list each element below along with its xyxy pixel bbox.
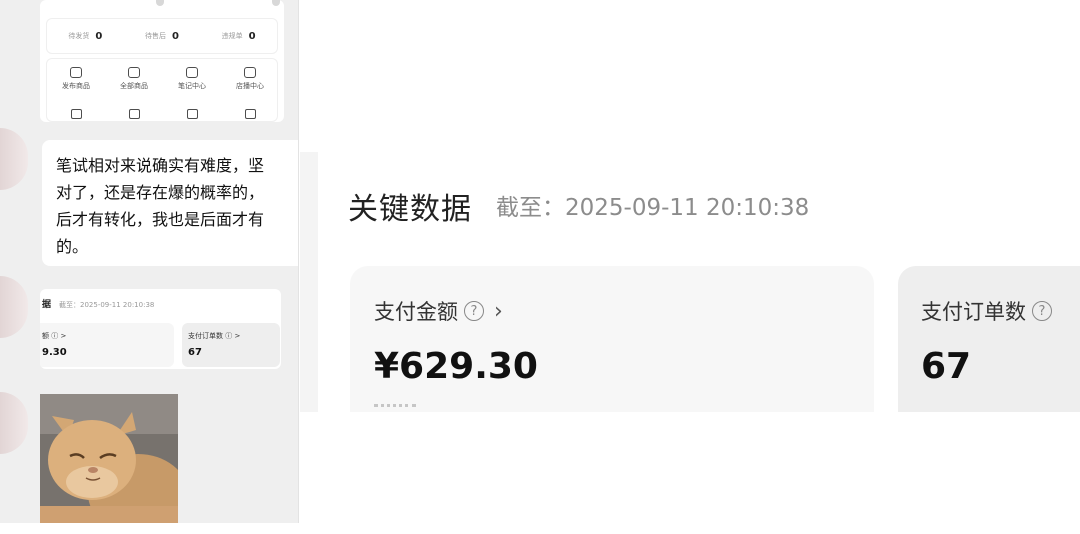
- screenshot-message[interactable]: 待发货 0 待售后 0 违规单 0 发布商品 全部商品 笔记中心 店播中心: [40, 0, 284, 122]
- card-label: 支付金额: [374, 300, 458, 324]
- mini-header: 据 截至：2025-09-11 20:10:38: [42, 297, 154, 310]
- avatar: [0, 128, 28, 190]
- cat-photo[interactable]: [40, 394, 178, 523]
- stat-after-sales: 待售后 0: [145, 31, 179, 42]
- card-value: 67: [921, 346, 972, 387]
- cat-image: [40, 394, 178, 523]
- stat-value: 0: [172, 30, 179, 42]
- tool-publish-product: 发布商品: [47, 67, 105, 91]
- bag-icon: [70, 67, 82, 78]
- message-line: 后才有转化，我也是后面才有: [56, 210, 265, 229]
- key-data-title: 关键数据: [348, 192, 472, 227]
- mini-card-label: 额 ⓘ >: [42, 332, 67, 340]
- key-data-date: 截至：2025-09-11 20:10:38: [496, 195, 810, 221]
- payment-amount-card[interactable]: 支付金额 ? › ¥629.30: [350, 266, 874, 412]
- tool-label: 全部商品: [120, 82, 148, 90]
- chevron-right-icon[interactable]: ›: [494, 299, 503, 324]
- stat-value: 0: [248, 30, 256, 42]
- scroll-dot: [156, 0, 164, 6]
- mini-amount-card: 额 ⓘ > 9.30: [40, 323, 174, 367]
- stat-pending-shipment: 待发货 0: [68, 31, 102, 42]
- card-label-row: 支付订单数 ?: [921, 296, 1052, 326]
- screenshot-root: 待发货 0 待售后 0 违规单 0 发布商品 全部商品 笔记中心 店播中心 笔试…: [0, 0, 1080, 534]
- chat-panel: 待发货 0 待售后 0 违规单 0 发布商品 全部商品 笔记中心 店播中心 笔试…: [0, 0, 298, 523]
- card-value: ¥629.30: [374, 346, 538, 387]
- card-subtext-cropped: [374, 404, 416, 412]
- avatar: [0, 392, 28, 454]
- tool-label: 店播中心: [236, 82, 264, 90]
- scroll-dot: [272, 0, 280, 6]
- avatar: [0, 276, 28, 338]
- stat-violations: 违规单 0: [222, 31, 256, 42]
- card-label-row: 支付金额 ? ›: [374, 296, 503, 326]
- message-line: 对了，还是存在爆的概率的，: [56, 183, 265, 202]
- message-line: 的。: [56, 237, 89, 256]
- mini-card-label: 支付订单数 ⓘ >: [188, 332, 241, 340]
- tool-all-products: 全部商品: [105, 67, 163, 91]
- stat-value: 0: [95, 30, 103, 42]
- grid-icon: [221, 109, 279, 119]
- stat-label: 违规单: [221, 32, 243, 40]
- tool-notes-center: 笔记中心: [163, 67, 221, 91]
- stat-label: 待售后: [145, 32, 166, 40]
- live-icon: [244, 67, 256, 78]
- tool-live-center: 店播中心: [221, 67, 279, 91]
- data-screenshot-message[interactable]: 据 截至：2025-09-11 20:10:38 额 ⓘ > 9.30 支付订单…: [40, 289, 281, 369]
- text-message[interactable]: 笔试相对来说确实有难度，坚 对了，还是存在爆的概率的， 后才有转化，我也是后面才…: [42, 140, 298, 266]
- megaphone-icon: [47, 109, 105, 119]
- question-circle-icon[interactable]: ?: [464, 301, 484, 321]
- mini-title: 据: [42, 300, 52, 310]
- order-count-card[interactable]: 支付订单数 ? 67: [898, 266, 1080, 412]
- order-stats-card: 待发货 0 待售后 0 违规单 0: [46, 18, 278, 54]
- crop-edge: [300, 412, 1080, 534]
- panel-divider: [298, 0, 299, 523]
- box-icon: [128, 67, 140, 78]
- question-circle-icon[interactable]: ?: [1032, 301, 1052, 321]
- card-label: 支付订单数: [921, 300, 1026, 324]
- message-line: 笔试相对来说确实有难度，坚: [56, 156, 265, 175]
- bubble-edge: [300, 152, 318, 412]
- note-icon: [186, 67, 198, 78]
- stat-label: 待发货: [68, 32, 90, 40]
- tools-card: 发布商品 全部商品 笔记中心 店播中心: [46, 58, 278, 122]
- mini-card-value: 67: [188, 347, 202, 358]
- clipboard-icon: [163, 109, 221, 119]
- tool-label: 发布商品: [62, 82, 90, 90]
- mini-card-value: 9.30: [42, 347, 67, 358]
- headset-icon: [105, 109, 163, 119]
- mini-orders-card: 支付订单数 ⓘ > 67: [182, 323, 280, 367]
- tool-label: 笔记中心: [178, 82, 206, 90]
- mini-date: 截至：2025-09-11 20:10:38: [59, 301, 155, 309]
